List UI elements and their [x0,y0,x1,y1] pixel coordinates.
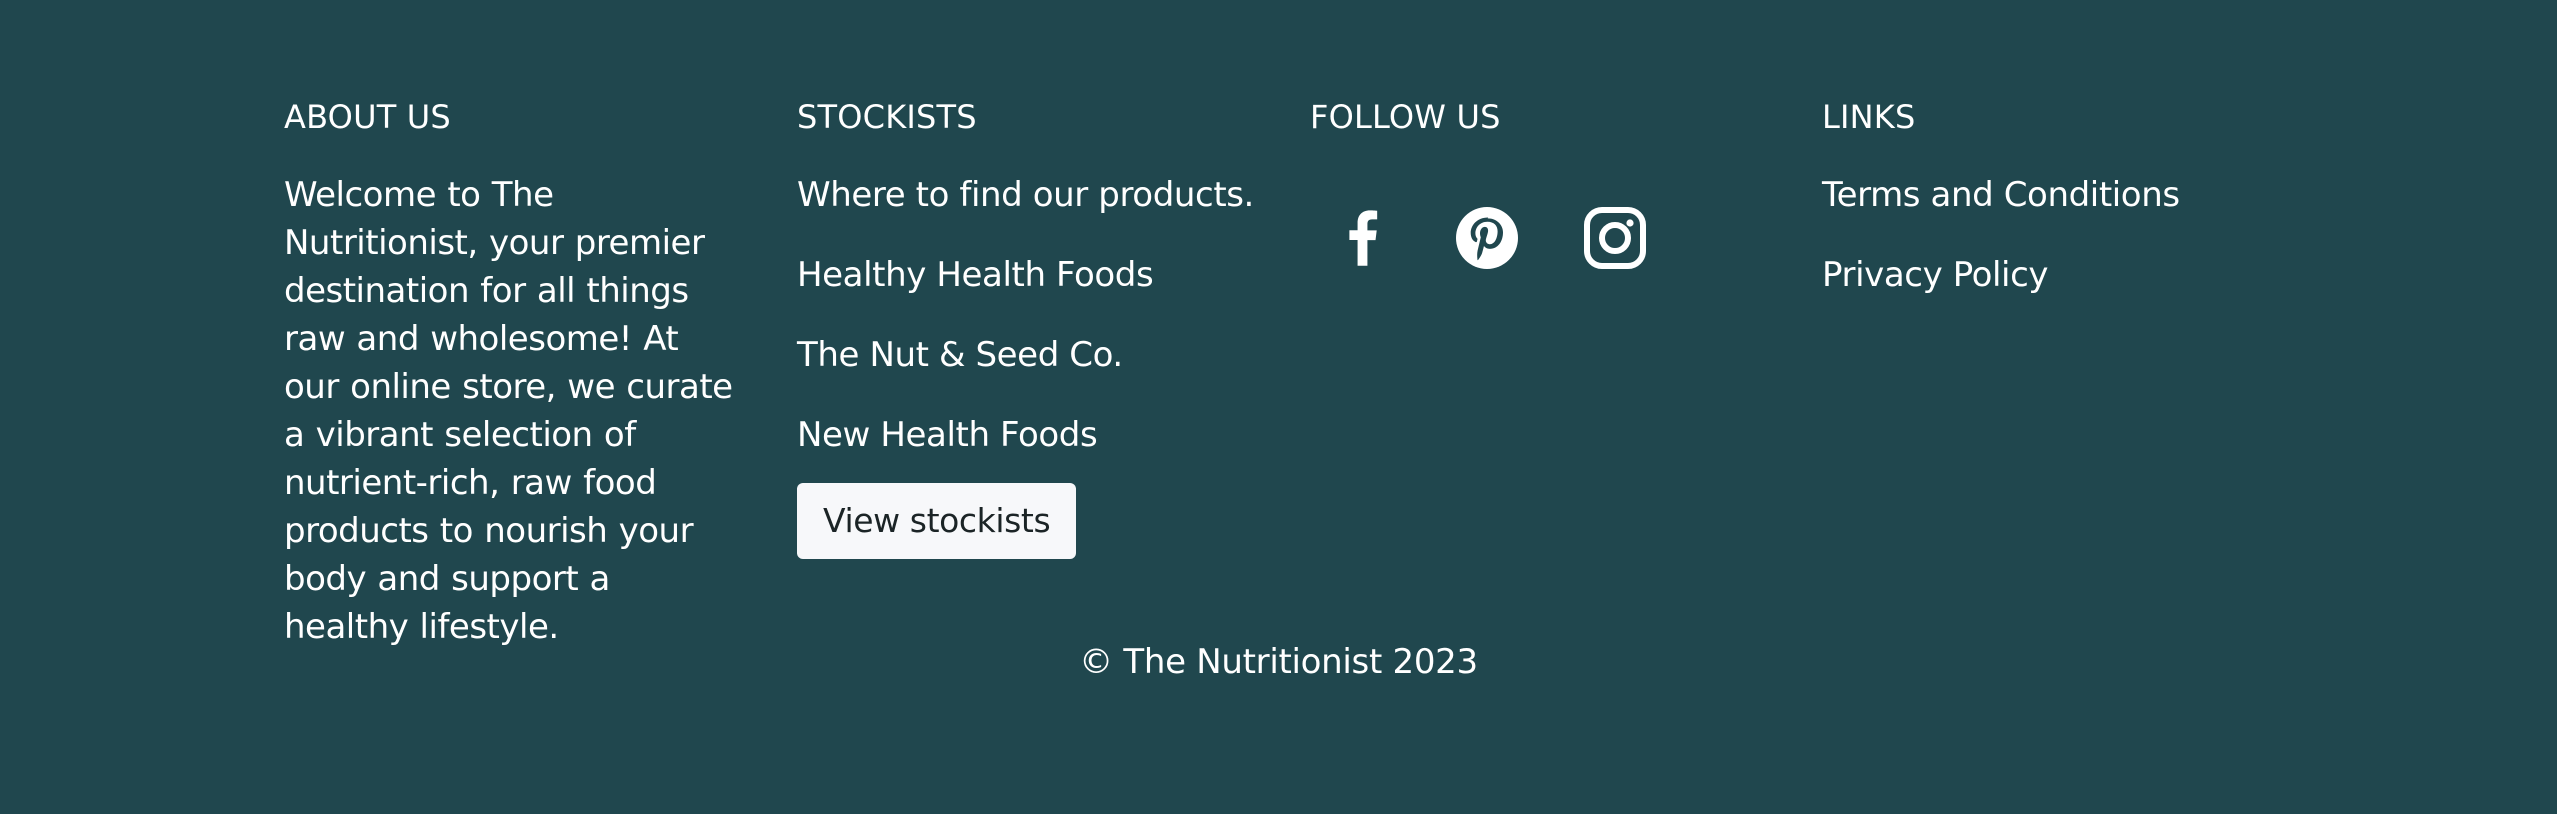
stockist-item: New Health Foods [797,415,1098,455]
social-links [1310,205,1710,271]
stockists-section: STOCKISTS Where to find our products. He… [797,95,1267,559]
follow-heading: FOLLOW US [1310,98,1501,136]
terms-link[interactable]: Terms and Conditions [1822,175,2180,215]
links-section: LINKS Terms and Conditions Privacy Polic… [1822,95,2292,331]
footer-link-item: Terms and Conditions [1822,171,2292,219]
about-section: ABOUT US Welcome to The Nutritionist, yo… [284,95,744,685]
facebook-icon[interactable] [1330,205,1396,271]
follow-section: FOLLOW US [1310,95,1780,269]
about-text: Welcome to The Nutritionist, your premie… [284,175,733,647]
site-footer: ABOUT US Welcome to The Nutritionist, yo… [0,0,2557,814]
stockists-list: Where to find our products. Healthy Heal… [797,171,1267,459]
instagram-icon[interactable] [1582,205,1648,271]
stockist-item: Healthy Health Foods [797,255,1154,295]
pinterest-icon[interactable] [1454,205,1520,271]
stockists-heading: STOCKISTS [797,98,977,136]
links-list: Terms and Conditions Privacy Policy [1822,171,2292,299]
links-heading: LINKS [1822,98,1916,136]
view-stockists-button[interactable]: View stockists [797,483,1077,559]
privacy-link[interactable]: Privacy Policy [1822,255,2049,295]
copyright-text: © The Nutritionist 2023 [1079,642,1478,682]
about-heading: ABOUT US [284,98,451,136]
stockist-item: The Nut & Seed Co. [797,335,1123,375]
footer-link-item: Privacy Policy [1822,251,2292,299]
stockists-intro: Where to find our products. [797,175,1254,215]
